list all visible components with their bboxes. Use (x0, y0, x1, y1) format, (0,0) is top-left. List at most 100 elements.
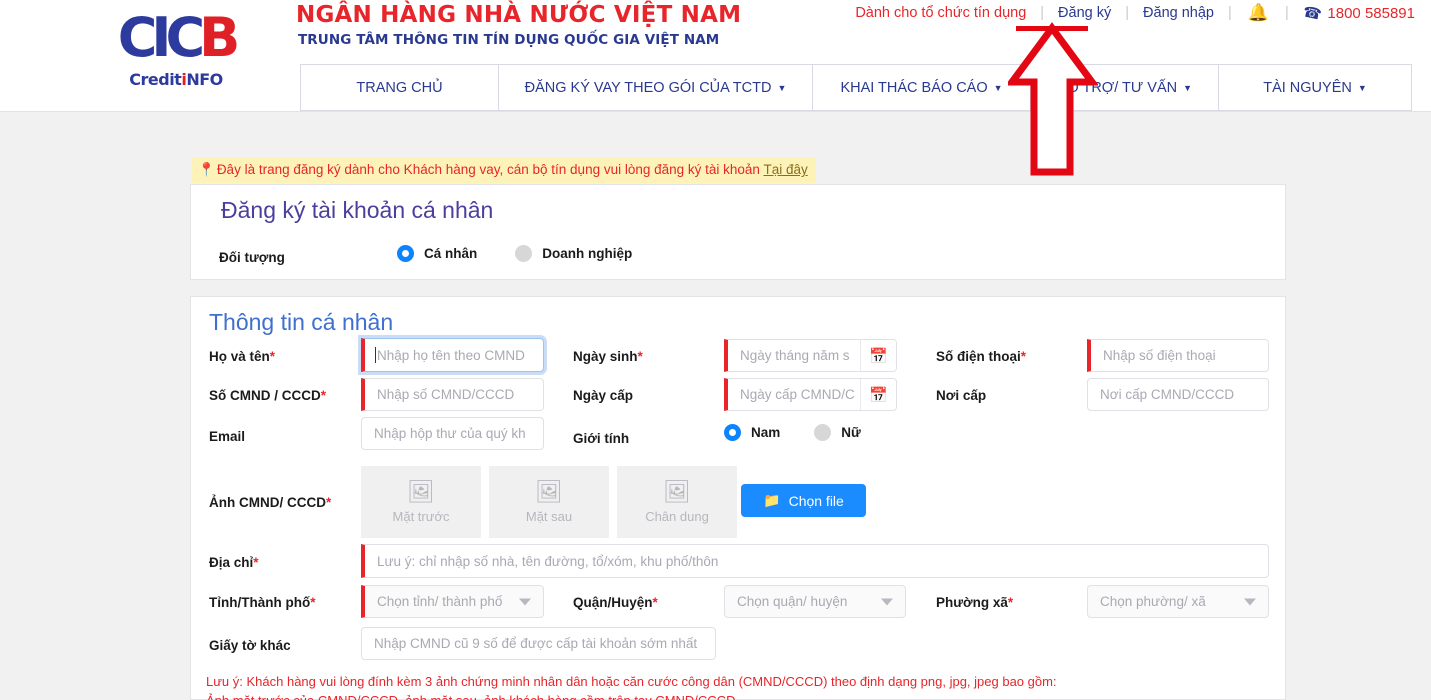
logo-wordmark: CreditiNFO (112, 70, 240, 89)
required-star-address: * (253, 555, 259, 570)
phone-icon: ☎ (1301, 3, 1323, 24)
link-register[interactable]: Đăng ký (1044, 5, 1125, 21)
image-icon-front: 🖼 (407, 478, 435, 504)
radio-label-nam[interactable]: Nam (751, 425, 780, 440)
link-login[interactable]: Đăng nhập (1129, 5, 1228, 21)
page-root: CICB CreditiNFO NGÂN HÀNG NHÀ NƯỚC VIỆT … (0, 0, 1431, 700)
required-star-id-photos: * (326, 495, 332, 510)
cic-logo[interactable]: CICB CreditiNFO (112, 6, 241, 96)
nav-label-4: TÀI NGUYÊN (1263, 79, 1352, 96)
nav-item-tai-nguyen[interactable]: TÀI NGUYÊN ▼ (1219, 65, 1411, 110)
logo-letters-red: B (199, 6, 240, 69)
nav-label-2: KHAI THÁC BÁO CÁO (840, 79, 988, 96)
select-district[interactable]: Chọn quận/ huyện (724, 585, 906, 618)
label-district: Quận/Huyện* (573, 595, 658, 610)
radio-doanh-nghiep[interactable] (515, 245, 533, 262)
placeholder-province: Chọn tỉnh/ thành phố (377, 594, 503, 609)
register-card-title: Đăng ký tài khoản cá nhân (221, 197, 494, 223)
chevron-down-icon-1: ▼ (777, 82, 787, 93)
label-gender: Giới tính (573, 431, 629, 446)
phone-block[interactable]: ☎ 1800 585891 (1289, 3, 1415, 24)
folder-icon: 📁 (763, 492, 781, 508)
radio-label-nu[interactable]: Nữ (841, 425, 861, 440)
bottom-note-line2: Ảnh mặt trước của CMND/CCCD, ảnh mặt sau… (206, 693, 735, 700)
input-phone[interactable]: Nhập số điện thoại (1087, 339, 1269, 372)
label-phone-text: Số điện thoại (936, 349, 1021, 364)
label-fullname: Họ và tên* (209, 349, 275, 364)
input-id-number[interactable]: Nhập số CMND/CCCD (361, 378, 544, 411)
nav-label-1: ĐĂNG KÝ VAY THEO GÓI CỦA TCTD (524, 79, 772, 96)
select-ward[interactable]: Chọn phường/ xã (1087, 585, 1269, 618)
bottom-note-line1: Lưu ý: Khách hàng vui lòng đính kèm 3 ản… (206, 674, 1057, 689)
chevron-down-icon-province (519, 598, 531, 605)
object-label: Đối tượng (219, 250, 285, 265)
radio-ca-nhan[interactable] (397, 245, 414, 262)
choose-file-label: Chọn file (788, 492, 844, 509)
photo-box-portrait[interactable]: 🖼 Chân dung (617, 466, 737, 538)
label-province: Tỉnh/Thành phố* (209, 595, 316, 610)
nav-label-0: TRANG CHỦ (356, 79, 443, 96)
label-other-docs: Giấy tờ khác (209, 638, 291, 653)
required-star-dob: * (637, 349, 643, 364)
personal-info-card: Thông tin cá nhân Họ và tên* Nhập họ tên… (190, 296, 1286, 700)
select-province[interactable]: Chọn tỉnh/ thành phố (361, 585, 544, 618)
calendar-icon-dob[interactable]: 📅 (860, 340, 896, 371)
label-issue-place: Nơi cấp (936, 388, 986, 403)
notice-link-tai-day[interactable]: Tại đây (763, 162, 807, 177)
photo-box-back[interactable]: 🖼 Mặt sau (489, 466, 609, 538)
personal-info-title: Thông tin cá nhân (209, 309, 394, 335)
label-address-text: Địa chỉ (209, 555, 254, 570)
chevron-down-icon-ward (1244, 598, 1256, 605)
nav-item-khai-thac-bao-cao[interactable]: KHAI THÁC BÁO CÁO ▼ (813, 65, 1031, 110)
input-email[interactable]: Nhập hộp thư của quý kh (361, 417, 544, 450)
logo-letters-blue: CIC (117, 6, 205, 69)
bank-subtitle: TRUNG TÂM THÔNG TIN TÍN DỤNG QUỐC GIA VI… (298, 32, 720, 48)
photo-box-front[interactable]: 🖼 Mặt trước (361, 466, 481, 538)
photo-label-back: Mặt sau (525, 508, 573, 524)
gender-radio-group: Nam Nữ (724, 424, 861, 441)
input-other-docs[interactable]: Nhập CMND cũ 9 số để được cấp tài khoản … (361, 627, 716, 660)
nav-item-trang-chu[interactable]: TRANG CHỦ (301, 65, 499, 110)
choose-file-button[interactable]: 📁 Chọn file (741, 484, 866, 517)
label-id-photos-text: Ảnh CMND/ CCCD (209, 495, 326, 510)
label-ward: Phường xã* (936, 595, 1013, 610)
placeholder-email: Nhập hộp thư của quý kh (374, 426, 526, 441)
logo-letters: CICB (112, 6, 241, 69)
required-star-province: * (310, 595, 316, 610)
pin-icon: 📍 (198, 162, 215, 177)
annotation-arrow-up-icon (1008, 22, 1098, 176)
radio-label-ca-nhan[interactable]: Cá nhân (424, 246, 477, 261)
nav-item-dang-ky-vay[interactable]: ĐĂNG KÝ VAY THEO GÓI CỦA TCTD ▼ (499, 65, 813, 110)
link-credit-organization[interactable]: Dành cho tổ chức tín dụng (841, 5, 1040, 21)
input-address[interactable]: Lưu ý: chỉ nhập số nhà, tên đường, tổ/xó… (361, 544, 1269, 578)
calendar-icon-issue-date[interactable]: 📅 (860, 379, 896, 410)
required-star-ward: * (1007, 595, 1014, 610)
placeholder-dob: Ngày tháng năm s (740, 348, 850, 363)
placeholder-issue-place: Nơi cấp CMND/CCCD (1100, 387, 1235, 402)
photo-label-front: Mặt trước (392, 508, 450, 524)
register-type-card: Đăng ký tài khoản cá nhân Đối tượng Cá n… (190, 184, 1286, 280)
bell-icon[interactable]: 🔔 (1232, 3, 1285, 23)
label-ward-text: Phường xã (936, 595, 1008, 610)
label-phone: Số điện thoại* (936, 349, 1026, 364)
radio-nu[interactable] (814, 424, 832, 441)
label-dob-text: Ngày sinh (573, 349, 638, 364)
chevron-down-icon-district (881, 598, 893, 605)
label-other-docs-text: Giấy tờ khác (209, 638, 291, 653)
notice-text: Đây là trang đăng ký dành cho Khách hàng… (216, 162, 760, 177)
required-star-phone: * (1020, 349, 1027, 364)
input-dob[interactable]: Ngày tháng năm s 📅 (724, 339, 897, 372)
page-notice: 📍 Đây là trang đăng ký dành cho Khách hàn… (192, 158, 816, 183)
placeholder-issue-date: Ngày cấp CMND/C (740, 387, 855, 402)
required-star-district: * (652, 595, 658, 610)
radio-label-doanh-nghiep[interactable]: Doanh nghiệp (542, 246, 632, 261)
input-issue-date[interactable]: Ngày cấp CMND/C 📅 (724, 378, 897, 411)
radio-nam[interactable] (724, 424, 741, 441)
input-issue-place[interactable]: Nơi cấp CMND/CCCD (1087, 378, 1269, 411)
input-fullname[interactable]: Nhập họ tên theo CMND (361, 338, 544, 372)
label-id-photos: Ảnh CMND/ CCCD* (209, 495, 331, 510)
required-star-id-number: * (320, 388, 327, 403)
image-icon-portrait: 🖼 (663, 478, 691, 504)
chevron-down-icon-4: ▼ (1357, 82, 1367, 93)
placeholder-district: Chọn quận/ huyện (737, 594, 848, 609)
